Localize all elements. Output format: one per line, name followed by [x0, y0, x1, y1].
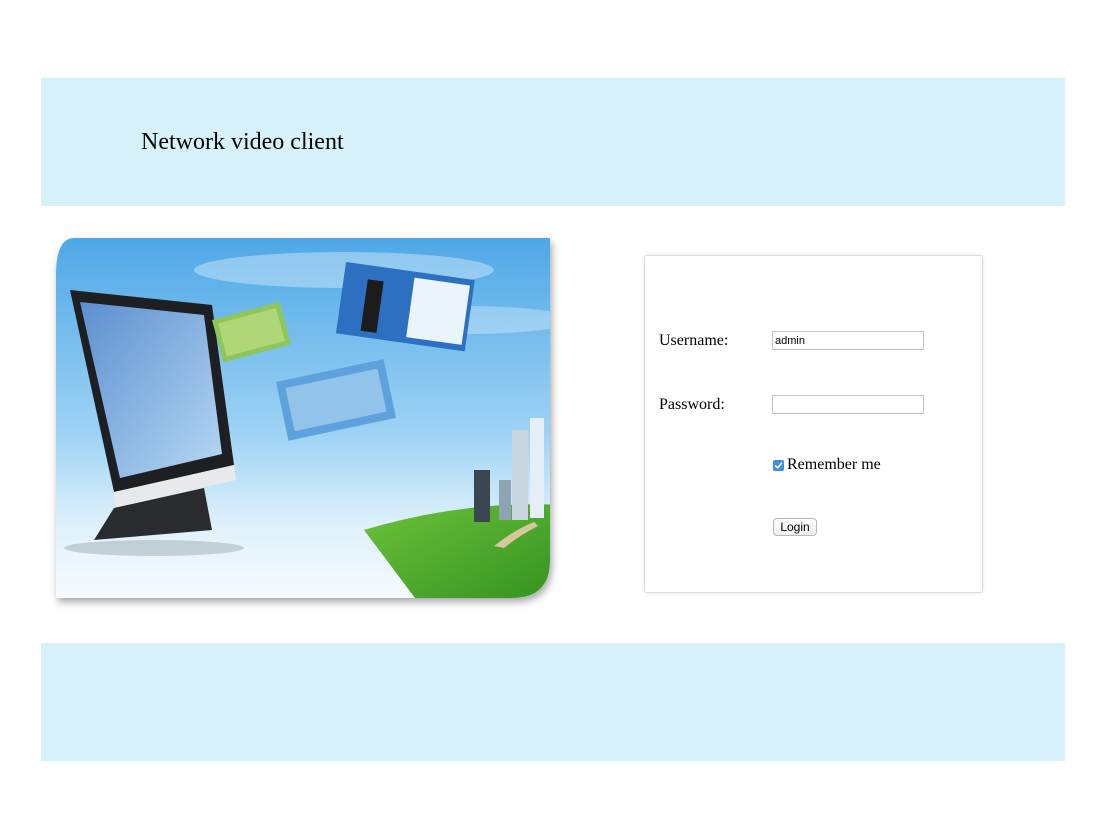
password-input[interactable] [772, 395, 924, 414]
login-panel: Username: Password: Remember me Login [644, 255, 983, 593]
page-title: Network video client [141, 129, 344, 155]
remember-me-row[interactable]: Remember me [773, 455, 881, 475]
remember-me-label: Remember me [787, 456, 881, 473]
username-input[interactable] [772, 331, 924, 350]
checkmark-icon [774, 461, 783, 469]
login-button[interactable]: Login [773, 518, 817, 536]
footer-band [41, 643, 1065, 761]
hero-image-monitor [44, 230, 564, 620]
username-label: Username: [659, 332, 729, 349]
remember-me-checkbox[interactable] [773, 459, 784, 471]
header-band: Network video client [41, 78, 1065, 206]
password-label: Password: [659, 396, 725, 413]
